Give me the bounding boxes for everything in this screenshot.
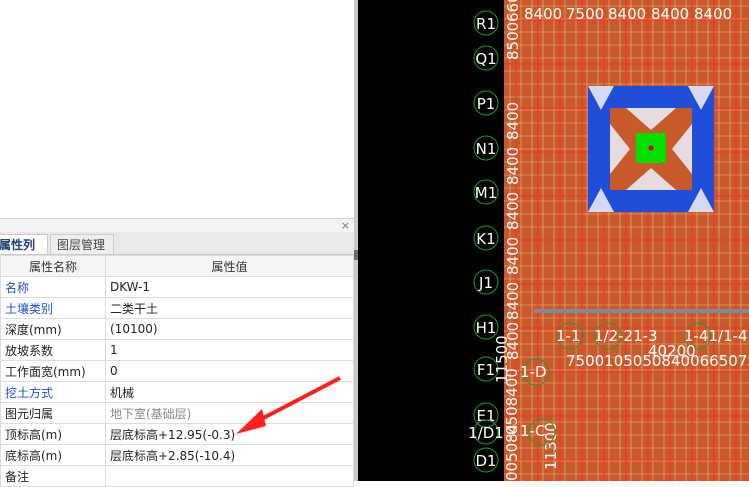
- property-name: 深度(mm): [0, 318, 106, 340]
- cad-canvas[interactable]: R1 Q1 P1 N1 M1 K1 J1 H1 F1 E1 1/D1 D1 8400 7500 8400 84…: [358, 0, 749, 481]
- table-row[interactable]: 图元归属 地下室(基础层): [0, 402, 354, 424]
- property-panel: × 属性列表 图层管理 属性名称 属性值 名称DKW-1土壤类别二类干土深度(m…: [0, 0, 356, 487]
- dimension-label: 8400: [504, 192, 522, 230]
- dimension-label: 8400: [608, 5, 646, 23]
- axis-label: D1: [475, 452, 496, 470]
- property-name: 工作面宽(mm): [0, 360, 106, 382]
- beam-band: [534, 309, 749, 313]
- property-value[interactable]: 层底标高+2.85(-10.4): [105, 444, 354, 466]
- property-name: 顶标高(m): [0, 423, 106, 445]
- dimension-label: 8400: [504, 102, 522, 140]
- property-name: 图元归属: [0, 402, 106, 424]
- property-value[interactable]: 层底标高+12.95(-0.3): [105, 423, 354, 445]
- table-row[interactable]: 工作面宽(mm) 0: [0, 360, 354, 382]
- axis-label: K1: [476, 230, 495, 248]
- axis-label: R1: [476, 15, 496, 33]
- table-row[interactable]: 顶标高(m) 层底标高+12.95(-0.3): [0, 423, 354, 445]
- dimension-label: 8500: [504, 22, 522, 60]
- table-row[interactable]: 挖土方式 机械: [0, 381, 354, 403]
- property-name: 备注: [0, 465, 106, 487]
- column-center: [648, 145, 654, 151]
- axis-label: 1/D1: [468, 424, 504, 442]
- table-row[interactable]: 底标高(m) 层底标高+2.85(-10.4): [0, 444, 354, 466]
- tab-layer-management[interactable]: 图层管理: [50, 234, 114, 254]
- property-name: 底标高(m): [0, 444, 106, 466]
- property-value[interactable]: 地下室(基础层): [105, 402, 354, 424]
- property-name: 土壤类别: [0, 297, 106, 319]
- axis-label: H1: [476, 319, 497, 337]
- dimension-label: 8400: [504, 237, 522, 275]
- property-name: 挖土方式: [0, 381, 106, 403]
- column-header-name: 属性名称: [0, 255, 106, 277]
- property-value[interactable]: (10100): [105, 318, 354, 340]
- property-table: 属性名称 属性值 名称 DKW-1 土壤类别 二类干土 深度(mm) (10100) 放坡系…: [0, 255, 354, 487]
- dimension-label: 75001050508400665075: [566, 352, 749, 370]
- table-header: 属性名称 属性值: [0, 255, 354, 277]
- panel-tabs: 属性列表 图层管理: [0, 232, 354, 272]
- table-row[interactable]: 名称 DKW-1: [0, 276, 354, 298]
- dimension-label: 005084: [503, 424, 521, 481]
- table-row[interactable]: 备注: [0, 465, 354, 487]
- dimension-label: 6600: [504, 0, 522, 22]
- cad-drawing: R1Q1P1N1M1K1J1H1F1E11/D1D18400 7500 8400 84…: [468, 0, 749, 481]
- axis-label: J1: [478, 274, 493, 292]
- property-name: 放坡系数: [0, 339, 106, 361]
- column-header-value: 属性值: [105, 255, 354, 277]
- close-icon[interactable]: ×: [341, 219, 350, 233]
- dimension-label: 7500: [566, 5, 604, 23]
- property-value[interactable]: [105, 465, 354, 487]
- dimension-label: 8400: [524, 5, 562, 23]
- axis-label: M1: [475, 184, 498, 202]
- property-name: 名称: [0, 276, 106, 298]
- property-value[interactable]: 机械: [105, 381, 354, 403]
- dimension-label: 8400: [504, 147, 522, 185]
- table-row[interactable]: 深度(mm) (10100): [0, 318, 354, 340]
- property-value[interactable]: 二类干土: [105, 297, 354, 319]
- tab-property-list[interactable]: 属性列表: [0, 234, 48, 272]
- table-row[interactable]: 放坡系数 1: [0, 339, 354, 361]
- property-value[interactable]: 0: [105, 360, 354, 382]
- axis-label: 1-1: [556, 327, 581, 345]
- axis-label: Q1: [475, 50, 496, 68]
- property-value[interactable]: 1: [105, 339, 354, 361]
- panel-header: ×: [0, 218, 354, 233]
- axis-label: 1-C: [520, 422, 545, 440]
- axis-label: N1: [476, 140, 497, 158]
- property-value[interactable]: DKW-1: [105, 276, 354, 298]
- table-row[interactable]: 土壤类别 二类干土: [0, 297, 354, 319]
- axis-label: 1-D: [520, 363, 547, 381]
- empty-area: [0, 0, 355, 217]
- dimension-label: 8400: [504, 282, 522, 320]
- axis-label: P1: [477, 95, 496, 113]
- dimension-label: 8400: [651, 5, 689, 23]
- dimension-label: 8400: [694, 5, 732, 23]
